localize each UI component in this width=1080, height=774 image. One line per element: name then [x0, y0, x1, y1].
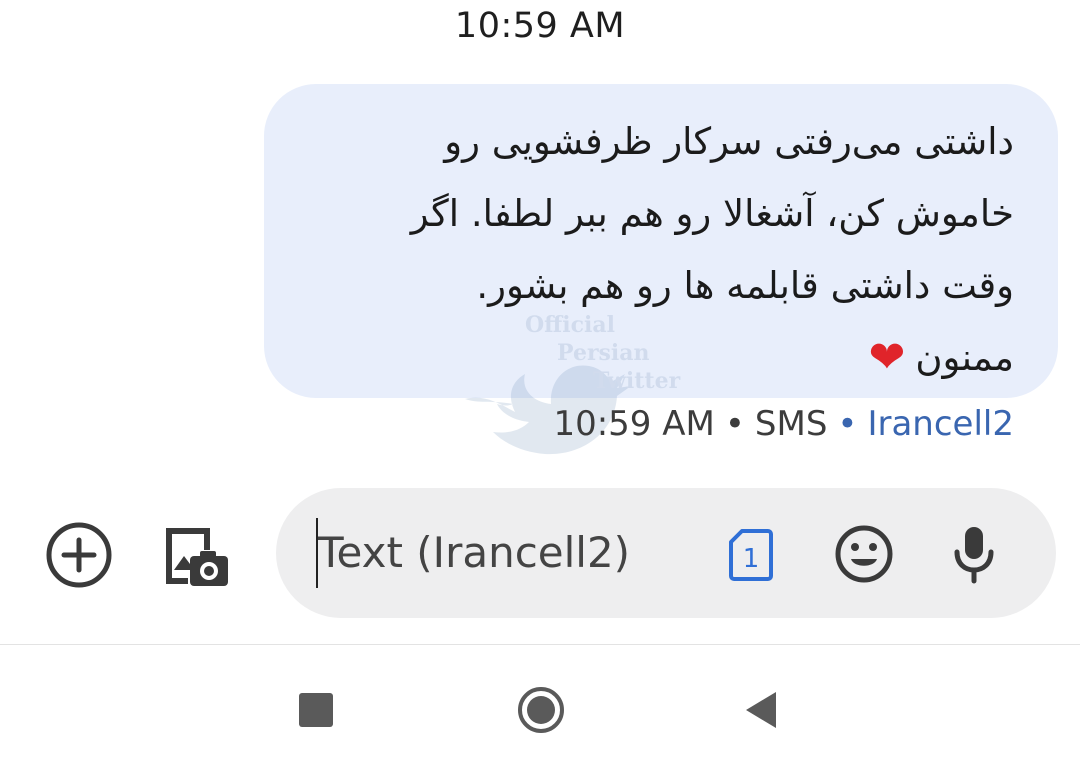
heart-emoji-icon: ❤ [868, 332, 906, 383]
message-type: SMS [754, 404, 828, 444]
message-line-4: ممنون [915, 336, 1014, 379]
message-meta: 10:59 AM • SMS • Irancell2 [553, 404, 1014, 444]
carrier-name: Irancell2 [867, 404, 1014, 444]
recents-square-icon[interactable] [299, 693, 333, 727]
sim-slot-number: 1 [743, 544, 760, 574]
add-attachment-button[interactable] [44, 520, 114, 590]
plus-circle-icon [46, 522, 112, 588]
message-line-3: وقت داشتی قابلمه ها رو هم بشور. [476, 264, 1014, 307]
message-text: داشتی می‌رفتی سرکار ظرفشویی رو خاموش کن، … [324, 106, 1014, 394]
microphone-icon [954, 527, 994, 584]
emoji-button[interactable] [834, 524, 894, 584]
sim-selector-button[interactable]: 1 [728, 528, 774, 582]
home-button[interactable] [516, 685, 566, 735]
sim-card-icon: 1 [729, 529, 773, 581]
message-line-2: خاموش کن، آشغالا رو هم ببر لطفا. اگر [410, 192, 1014, 235]
system-navigation-bar [0, 645, 1080, 774]
gallery-camera-icon [166, 528, 228, 586]
message-time: 10:59 AM [553, 404, 715, 444]
conversation-timestamp: 10:59 AM [454, 6, 626, 46]
back-triangle-icon [746, 692, 776, 728]
gallery-button[interactable] [160, 520, 232, 592]
message-line-1: داشتی می‌رفتی سرکار ظرفشویی رو [444, 120, 1014, 163]
compose-bar: 1 [0, 488, 1080, 618]
meta-separator-1: • [724, 404, 745, 444]
meta-separator-2: • [837, 404, 858, 444]
emoji-smile-icon [835, 525, 893, 583]
voice-input-button[interactable] [950, 524, 998, 584]
message-input[interactable] [318, 528, 698, 577]
home-circle-icon [518, 687, 564, 733]
message-input-container[interactable]: 1 [276, 488, 1056, 618]
back-button[interactable] [742, 689, 780, 731]
message-bubble[interactable]: داشتی می‌رفتی سرکار ظرفشویی رو خاموش کن، … [264, 84, 1058, 398]
messaging-screen: 10:59 AM داشتی می‌رفتی سرکار ظرفشویی رو خ… [0, 0, 1080, 774]
